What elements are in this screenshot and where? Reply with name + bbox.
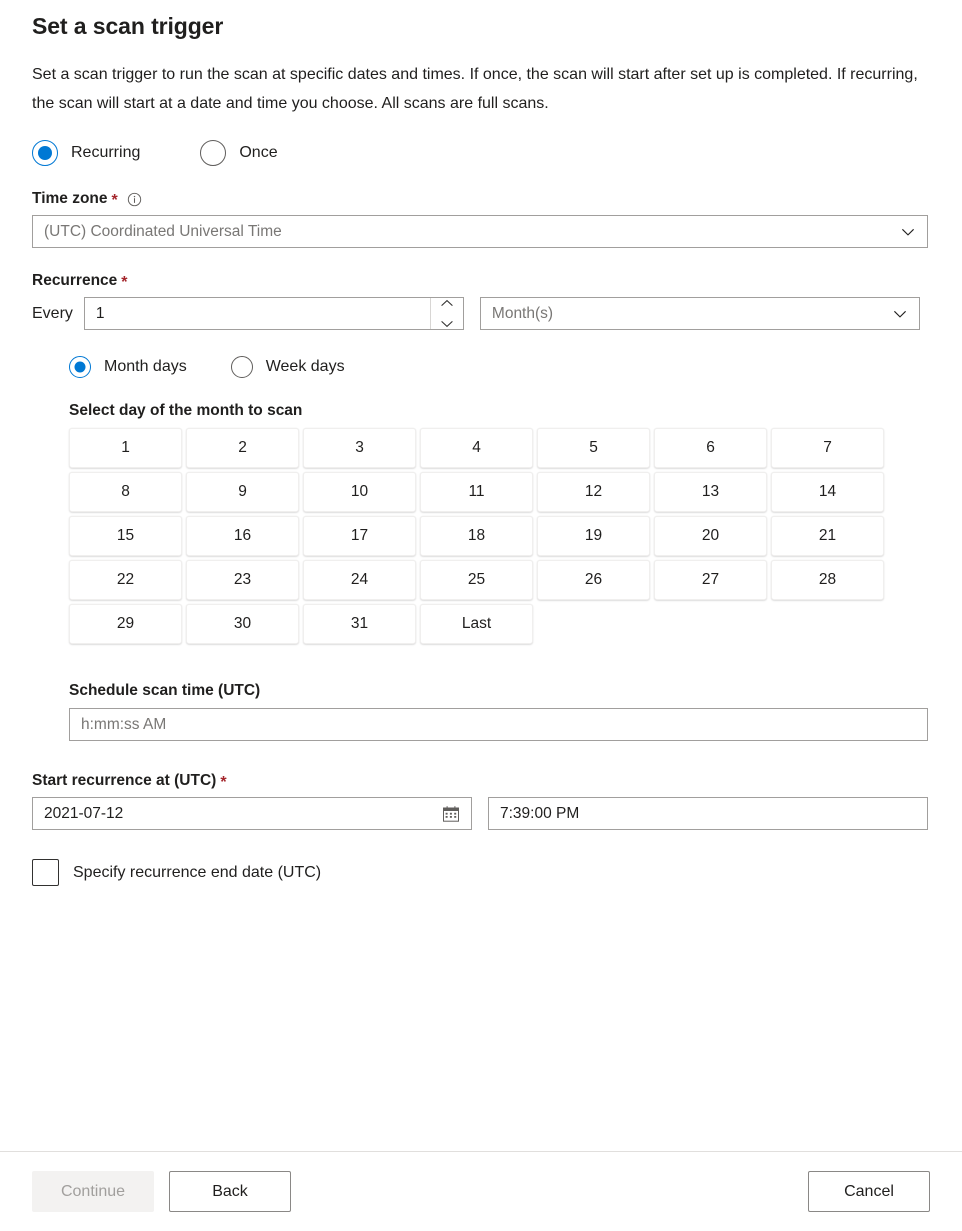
start-recurrence-label-text: Start recurrence at (UTC) <box>32 772 216 790</box>
day-button[interactable]: 1 <box>69 428 182 468</box>
recurrence-required-marker: * <box>121 275 127 291</box>
radio-option-once-label: Once <box>239 144 277 162</box>
day-button[interactable]: 29 <box>69 604 182 644</box>
trigger-type-radio-group: Recurring Once <box>32 140 930 166</box>
day-button[interactable]: 26 <box>537 560 650 600</box>
radio-recurring-icon[interactable] <box>32 140 58 166</box>
schedule-scan-time-input[interactable]: h:mm:ss AM <box>69 708 928 741</box>
day-button[interactable]: 10 <box>303 472 416 512</box>
recurrence-interval-value: 1 <box>96 305 427 323</box>
month-days-label: Select day of the month to scan <box>69 402 930 420</box>
schedule-scan-time-value: h:mm:ss AM <box>81 716 916 734</box>
schedule-scan-time-label: Schedule scan time (UTC) <box>69 682 930 700</box>
day-button[interactable]: 9 <box>186 472 299 512</box>
start-recurrence-required-marker: * <box>220 775 226 791</box>
day-button[interactable]: 18 <box>420 516 533 556</box>
dialog-footer: Continue Back Cancel <box>0 1152 962 1231</box>
recurrence-unit-value: Month(s) <box>492 305 892 323</box>
radio-option-recurring-label: Recurring <box>71 144 140 162</box>
time-zone-required-marker: * <box>112 193 118 209</box>
dialog-content: Set a scan trigger Set a scan trigger to… <box>0 0 962 886</box>
day-button[interactable]: 23 <box>186 560 299 600</box>
day-button[interactable]: 22 <box>69 560 182 600</box>
recurrence-label: Recurrence * <box>32 272 930 290</box>
chevron-down-icon <box>900 224 916 240</box>
day-button[interactable]: Last <box>420 604 533 644</box>
radio-option-week-days-label: Week days <box>266 358 345 376</box>
set-scan-trigger-dialog: Set a scan trigger Set a scan trigger to… <box>0 0 962 1231</box>
page-title: Set a scan trigger <box>32 0 930 40</box>
month-days-section: Select day of the month to scan 12345678… <box>69 402 930 644</box>
day-button[interactable]: 16 <box>186 516 299 556</box>
start-recurrence-row: 2021-07-12 <box>32 797 930 830</box>
month-day-grid: 1234567891011121314151617181920212223242… <box>69 428 930 644</box>
info-circle-icon[interactable] <box>127 192 142 207</box>
cancel-button[interactable]: Cancel <box>808 1171 930 1212</box>
day-button[interactable]: 8 <box>69 472 182 512</box>
day-button[interactable]: 14 <box>771 472 884 512</box>
radio-option-month-days[interactable]: Month days <box>69 356 187 378</box>
continue-button[interactable]: Continue <box>32 1171 154 1212</box>
day-button[interactable]: 27 <box>654 560 767 600</box>
radio-option-month-days-label: Month days <box>104 358 187 376</box>
day-button[interactable]: 17 <box>303 516 416 556</box>
recurrence-mode-radio-group: Month days Week days <box>69 356 930 378</box>
recurrence-interval-row: Every 1 Month(s) <box>32 297 930 330</box>
day-button[interactable]: 19 <box>537 516 650 556</box>
day-button[interactable]: 20 <box>654 516 767 556</box>
day-button[interactable]: 11 <box>420 472 533 512</box>
radio-option-once[interactable]: Once <box>200 140 277 166</box>
day-button[interactable]: 24 <box>303 560 416 600</box>
start-date-value: 2021-07-12 <box>44 805 442 823</box>
every-label: Every <box>32 305 73 323</box>
radio-week-days-icon[interactable] <box>231 356 253 378</box>
stepper-arrows[interactable] <box>430 298 463 329</box>
day-button[interactable]: 5 <box>537 428 650 468</box>
start-time-input[interactable]: 7:39:00 PM <box>488 797 928 830</box>
specify-end-date-row[interactable]: Specify recurrence end date (UTC) <box>32 859 930 886</box>
day-button[interactable]: 21 <box>771 516 884 556</box>
radio-month-days-icon[interactable] <box>69 356 91 378</box>
recurrence-unit-select[interactable]: Month(s) <box>480 297 920 330</box>
chevron-down-icon <box>892 306 908 322</box>
day-button[interactable]: 30 <box>186 604 299 644</box>
radio-option-week-days[interactable]: Week days <box>231 356 345 378</box>
day-button[interactable]: 13 <box>654 472 767 512</box>
recurrence-interval-stepper[interactable]: 1 <box>84 297 464 330</box>
time-zone-label-text: Time zone <box>32 190 108 208</box>
calendar-icon[interactable] <box>442 805 460 823</box>
day-button[interactable]: 25 <box>420 560 533 600</box>
day-button[interactable]: 3 <box>303 428 416 468</box>
day-button[interactable]: 15 <box>69 516 182 556</box>
day-button[interactable]: 2 <box>186 428 299 468</box>
radio-option-recurring[interactable]: Recurring <box>32 140 140 166</box>
chevron-up-icon[interactable] <box>440 295 454 313</box>
day-button[interactable]: 6 <box>654 428 767 468</box>
page-description: Set a scan trigger to run the scan at sp… <box>32 40 922 118</box>
schedule-scan-time-section: Schedule scan time (UTC) h:mm:ss AM <box>69 682 930 741</box>
start-time-value: 7:39:00 PM <box>500 805 916 823</box>
day-button[interactable]: 4 <box>420 428 533 468</box>
time-zone-value: (UTC) Coordinated Universal Time <box>44 223 900 241</box>
specify-end-date-checkbox[interactable] <box>32 859 59 886</box>
day-button[interactable]: 28 <box>771 560 884 600</box>
radio-once-icon[interactable] <box>200 140 226 166</box>
day-button[interactable]: 12 <box>537 472 650 512</box>
time-zone-label: Time zone * <box>32 190 930 208</box>
specify-end-date-label: Specify recurrence end date (UTC) <box>73 864 321 882</box>
start-date-input[interactable]: 2021-07-12 <box>32 797 472 830</box>
day-button[interactable]: 31 <box>303 604 416 644</box>
time-zone-select[interactable]: (UTC) Coordinated Universal Time <box>32 215 928 248</box>
start-recurrence-label: Start recurrence at (UTC) * <box>32 772 930 790</box>
chevron-down-icon[interactable] <box>440 315 454 333</box>
day-button[interactable]: 7 <box>771 428 884 468</box>
recurrence-label-text: Recurrence <box>32 272 117 290</box>
back-button[interactable]: Back <box>169 1171 291 1212</box>
